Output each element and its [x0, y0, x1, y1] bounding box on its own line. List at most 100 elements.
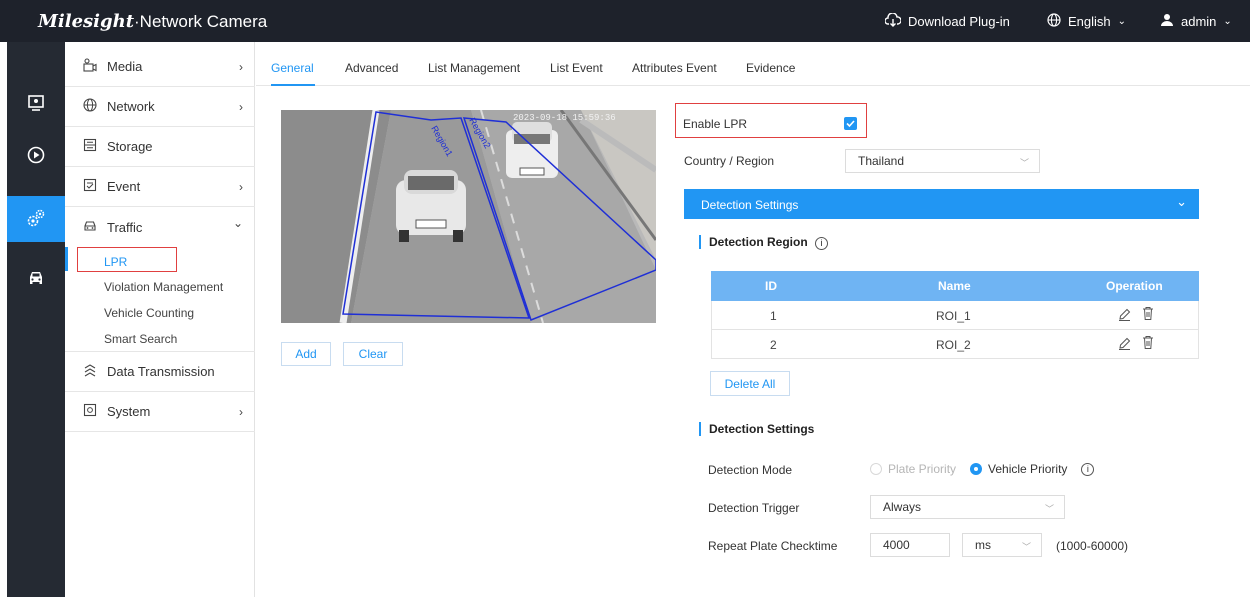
chevron-right-icon: ›: [239, 404, 243, 419]
chevron-down-icon: ⌄: [232, 216, 243, 230]
column-header-operation: Operation: [1106, 279, 1163, 293]
table-row: 2 ROI_2: [711, 330, 1199, 359]
transmission-icon: [83, 363, 97, 380]
sidebar-item-system[interactable]: System ›: [65, 392, 255, 432]
row-name: ROI_2: [936, 338, 971, 352]
settings-button[interactable]: [7, 196, 65, 242]
vehicle-icon: [27, 268, 45, 289]
system-icon: [83, 403, 97, 420]
delete-icon[interactable]: [1142, 306, 1154, 324]
tab-attributes-event[interactable]: Attributes Event: [632, 61, 717, 75]
edit-icon[interactable]: [1118, 307, 1131, 324]
delete-icon[interactable]: [1142, 335, 1154, 353]
playback-button[interactable]: [7, 134, 65, 178]
tab-list-management[interactable]: List Management: [428, 61, 520, 75]
tab-list-event[interactable]: List Event: [550, 61, 603, 75]
chevron-right-icon: ›: [239, 59, 243, 74]
globe-icon: [1047, 13, 1061, 30]
country-region-value: Thailand: [858, 154, 905, 168]
chevron-down-icon: ﹀: [1019, 158, 1029, 168]
repeat-range-hint: (1000-60000): [1056, 539, 1129, 553]
storage-icon: [83, 138, 97, 155]
language-select[interactable]: English ⌄: [1047, 13, 1126, 30]
sidebar-item-media[interactable]: Media ›: [65, 47, 255, 87]
download-plugin-link[interactable]: Download Plug-in: [884, 12, 1010, 30]
sidebar-item-label: Storage: [107, 139, 153, 154]
car-icon: [83, 219, 97, 236]
chevron-down-icon: ⌄: [1117, 16, 1127, 27]
tab-general[interactable]: General: [271, 61, 314, 75]
sidebar-subitem-smart-search[interactable]: Smart Search: [104, 332, 177, 346]
chevron-down-icon: ⌄: [1176, 194, 1187, 209]
repeat-plate-checktime-label: Repeat Plate Checktime: [708, 539, 838, 553]
tab-bar: General Advanced List Management List Ev…: [256, 42, 1250, 86]
chevron-down-icon: ﹀: [1021, 542, 1031, 552]
detection-mode-radio-group: Plate Priority Vehicle Priority i: [870, 462, 1095, 476]
event-icon: [83, 178, 97, 195]
detection-region-title: Detection Region i: [699, 235, 829, 250]
traffic-app-button[interactable]: [7, 256, 65, 300]
repeat-unit-value: ms: [975, 538, 991, 552]
detection-trigger-value: Always: [883, 500, 922, 514]
sidebar-item-label: Event: [107, 179, 141, 194]
active-indicator: [65, 247, 68, 271]
live-view-button[interactable]: [7, 82, 65, 126]
media-icon: [83, 58, 97, 75]
delete-all-button[interactable]: Delete All: [710, 371, 790, 396]
sidebar-item-label: Data Transmission: [107, 364, 215, 379]
playback-icon: [27, 146, 45, 167]
chevron-down-icon: ﹀: [1044, 504, 1054, 514]
download-label: Download Plug-in: [908, 14, 1010, 29]
sidebar-subitem-violation-management[interactable]: Violation Management: [104, 280, 223, 294]
clear-region-button[interactable]: Clear: [343, 342, 403, 366]
main-content: General Advanced List Management List Ev…: [256, 42, 1250, 597]
column-header-id: ID: [765, 279, 777, 293]
sidebar-subitem-vehicle-counting[interactable]: Vehicle Counting: [104, 306, 194, 320]
vehicle-priority-radio[interactable]: [970, 463, 983, 475]
sidebar-item-label: System: [107, 404, 151, 419]
sidebar-item-network[interactable]: Network ›: [65, 87, 255, 127]
detection-trigger-select[interactable]: Always ﹀: [870, 495, 1065, 519]
vehicle-priority-label: Vehicle Priority: [988, 462, 1068, 476]
plate-priority-label: Plate Priority: [888, 462, 957, 476]
active-tab-underline: [271, 84, 315, 86]
repeat-value: 4000: [883, 538, 910, 552]
detection-settings-collapse-bar[interactable]: Detection Settings ⌄: [684, 189, 1199, 219]
detection-settings-title: Detection Settings: [699, 422, 814, 436]
top-bar: Milesight·Network Camera Download Plug-i…: [0, 0, 1250, 42]
row-name: ROI_1: [936, 309, 971, 323]
add-region-button[interactable]: Add: [281, 342, 331, 366]
info-icon[interactable]: i: [1081, 462, 1095, 476]
tab-evidence[interactable]: Evidence: [746, 61, 795, 75]
detection-region-table: ID Name Operation 1 ROI_1 2 ROI_2: [711, 271, 1199, 359]
sidebar-item-data-transmission[interactable]: Data Transmission: [65, 352, 255, 392]
table-header: ID Name Operation: [711, 271, 1199, 301]
enable-lpr-checkbox[interactable]: [844, 117, 857, 130]
settings-sidebar: Media › Network › Storage Event › Traffi…: [65, 42, 255, 597]
edit-icon[interactable]: [1118, 336, 1131, 353]
row-id: 1: [770, 309, 777, 323]
user-menu[interactable]: admin ⌄: [1160, 13, 1232, 30]
sidebar-item-label: Network: [107, 99, 155, 114]
download-icon: [884, 12, 902, 30]
user-label: admin: [1181, 14, 1217, 29]
plate-priority-radio[interactable]: [870, 463, 882, 475]
info-icon[interactable]: i: [815, 237, 829, 250]
country-region-select[interactable]: Thailand ﹀: [845, 149, 1040, 173]
sidebar-item-event[interactable]: Event ›: [65, 167, 255, 207]
tab-advanced[interactable]: Advanced: [345, 61, 398, 75]
sidebar-item-traffic[interactable]: Traffic ⌄: [65, 207, 255, 247]
sidebar-item-label: Media: [107, 59, 143, 74]
settings-icon: [25, 207, 47, 232]
detection-trigger-label: Detection Trigger: [708, 501, 800, 515]
table-row: 1 ROI_1: [711, 301, 1199, 330]
user-icon: [1160, 13, 1174, 30]
repeat-plate-checktime-input[interactable]: 4000: [870, 533, 950, 557]
chevron-right-icon: ›: [239, 99, 243, 114]
sidebar-item-storage[interactable]: Storage: [65, 127, 255, 167]
video-preview[interactable]: Region1 Region2 2023-09-18 15:59:36: [281, 110, 656, 323]
detection-settings-bar-label: Detection Settings: [701, 198, 799, 212]
repeat-unit-select[interactable]: ms ﹀: [962, 533, 1042, 557]
globe-icon: [83, 98, 97, 115]
language-label: English: [1068, 14, 1111, 29]
